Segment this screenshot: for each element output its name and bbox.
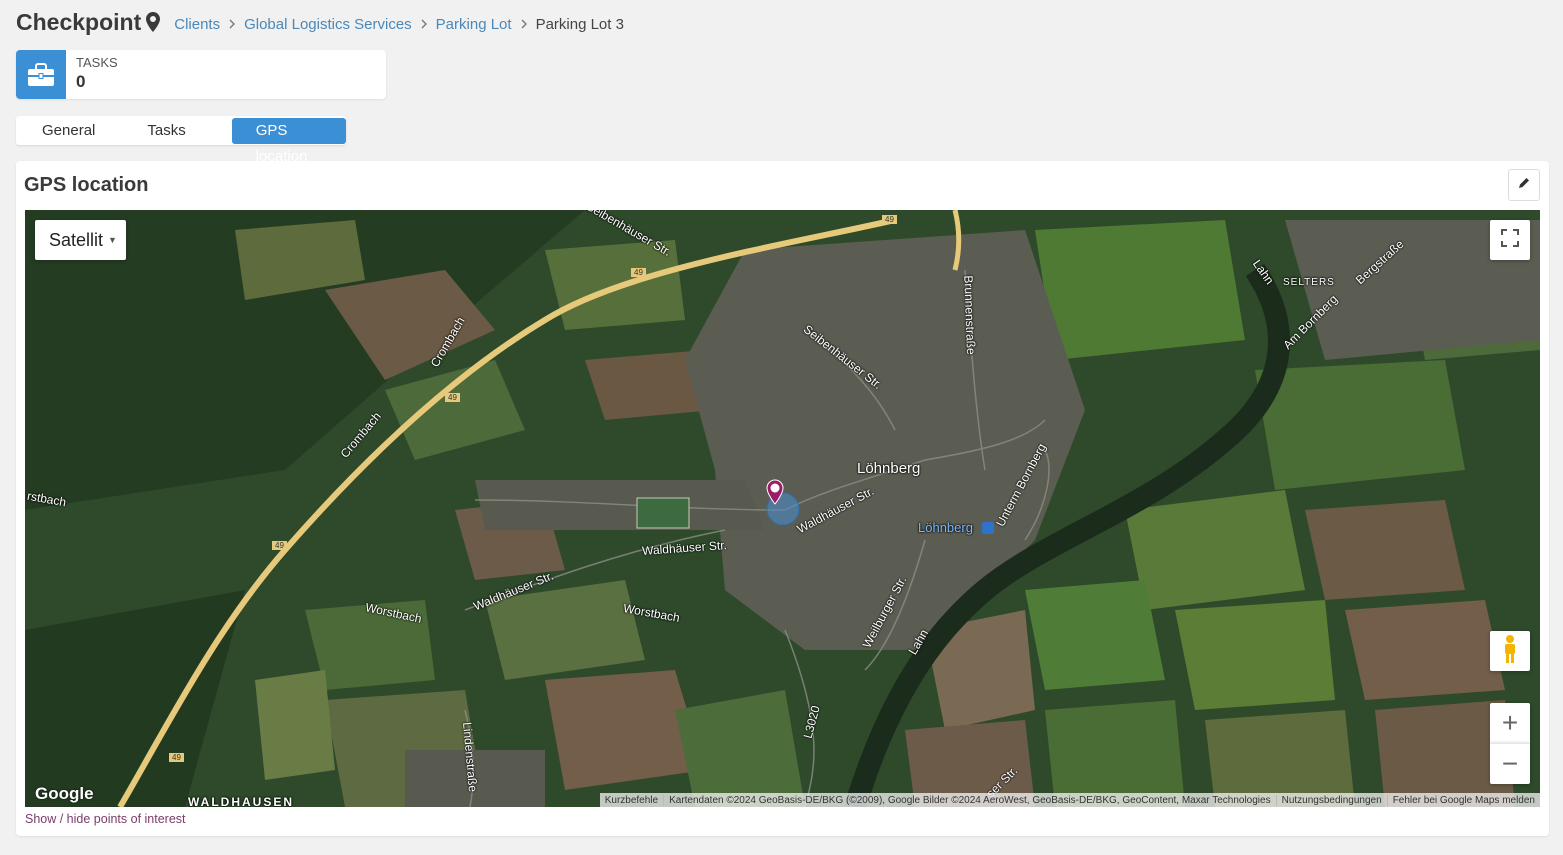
gps-location-panel: GPS location Löhnberg Löhnberg SELTERS W… (16, 161, 1549, 836)
report-error-link[interactable]: Fehler bei Google Maps melden (1386, 794, 1540, 806)
chevron-right-icon (228, 19, 236, 29)
breadcrumb: Clients Global Logistics Services Parkin… (174, 16, 624, 33)
map-view[interactable]: Löhnberg Löhnberg SELTERS WALDHAUSEN Sei… (25, 210, 1540, 807)
breadcrumb-current: Parking Lot 3 (535, 15, 624, 33)
map-data-text: Kartendaten ©2024 GeoBasis-DE/BKG (©2009… (663, 794, 1276, 806)
map-label-selters: SELTERS (1283, 277, 1335, 288)
map-attribution: Kurzbefehle Kartendaten ©2024 GeoBasis-D… (599, 793, 1540, 807)
tasks-count: 0 (76, 72, 86, 91)
map-label-town: Löhnberg (857, 460, 921, 477)
road-shield-49: 49 (445, 393, 460, 402)
panel-title: GPS location (24, 174, 149, 196)
tab-gps-location[interactable]: GPS location (231, 117, 346, 165)
tab-bar: General Tasks GPS location (16, 116, 346, 165)
plus-icon: + (1501, 707, 1519, 738)
tasks-card: TASKS 0 (16, 50, 386, 99)
map-label-waldhausen: WALDHAUSEN (188, 795, 294, 807)
breadcrumb-parking-lot[interactable]: Parking Lot (436, 16, 512, 33)
map-label-station: Löhnberg (918, 520, 973, 535)
zoom-in-button[interactable]: + (1490, 703, 1530, 743)
map-type-value: Satellit (49, 229, 104, 250)
road-shield-49: 49 (882, 215, 897, 224)
page-title: Checkpoint (16, 8, 142, 35)
terms-link[interactable]: Nutzungsbedingungen (1275, 794, 1387, 806)
chevron-right-icon (420, 19, 428, 29)
breadcrumb-clients[interactable]: Clients (174, 16, 220, 33)
breadcrumb-client[interactable]: Global Logistics Services (244, 16, 412, 33)
tab-general[interactable]: General (30, 118, 107, 144)
minus-icon: − (1501, 748, 1519, 779)
map-label-brunnenstrasse: Brunnenstraße (961, 275, 979, 355)
train-station-icon (982, 522, 994, 534)
google-logo: Google (35, 784, 94, 803)
fullscreen-icon (1501, 228, 1519, 252)
location-marker-icon[interactable] (766, 479, 784, 510)
edit-button[interactable] (1508, 169, 1540, 201)
road-shield-49: 49 (169, 753, 184, 762)
map-type-select[interactable]: Satellit ▼ (35, 220, 126, 260)
briefcase-icon (16, 50, 66, 99)
zoom-out-button[interactable]: − (1490, 743, 1530, 784)
chevron-right-icon (520, 19, 528, 29)
road-shield-49: 49 (631, 268, 646, 277)
keyboard-shortcuts-link[interactable]: Kurzbefehle (600, 795, 663, 806)
tasks-label: TASKS (76, 55, 118, 70)
pencil-icon (1518, 176, 1530, 194)
fullscreen-button[interactable] (1490, 220, 1530, 260)
street-view-button[interactable] (1490, 631, 1530, 671)
map-pin-icon (146, 12, 161, 32)
road-shield-49: 49 (272, 541, 287, 550)
pegman-icon (1502, 634, 1518, 669)
page-header: Checkpoint Clients Global Logistics Serv… (16, 6, 624, 38)
poi-toggle-link[interactable]: Show / hide points of interest (25, 812, 186, 826)
tab-tasks[interactable]: Tasks (135, 118, 197, 144)
caret-down-icon: ▼ (108, 235, 117, 245)
